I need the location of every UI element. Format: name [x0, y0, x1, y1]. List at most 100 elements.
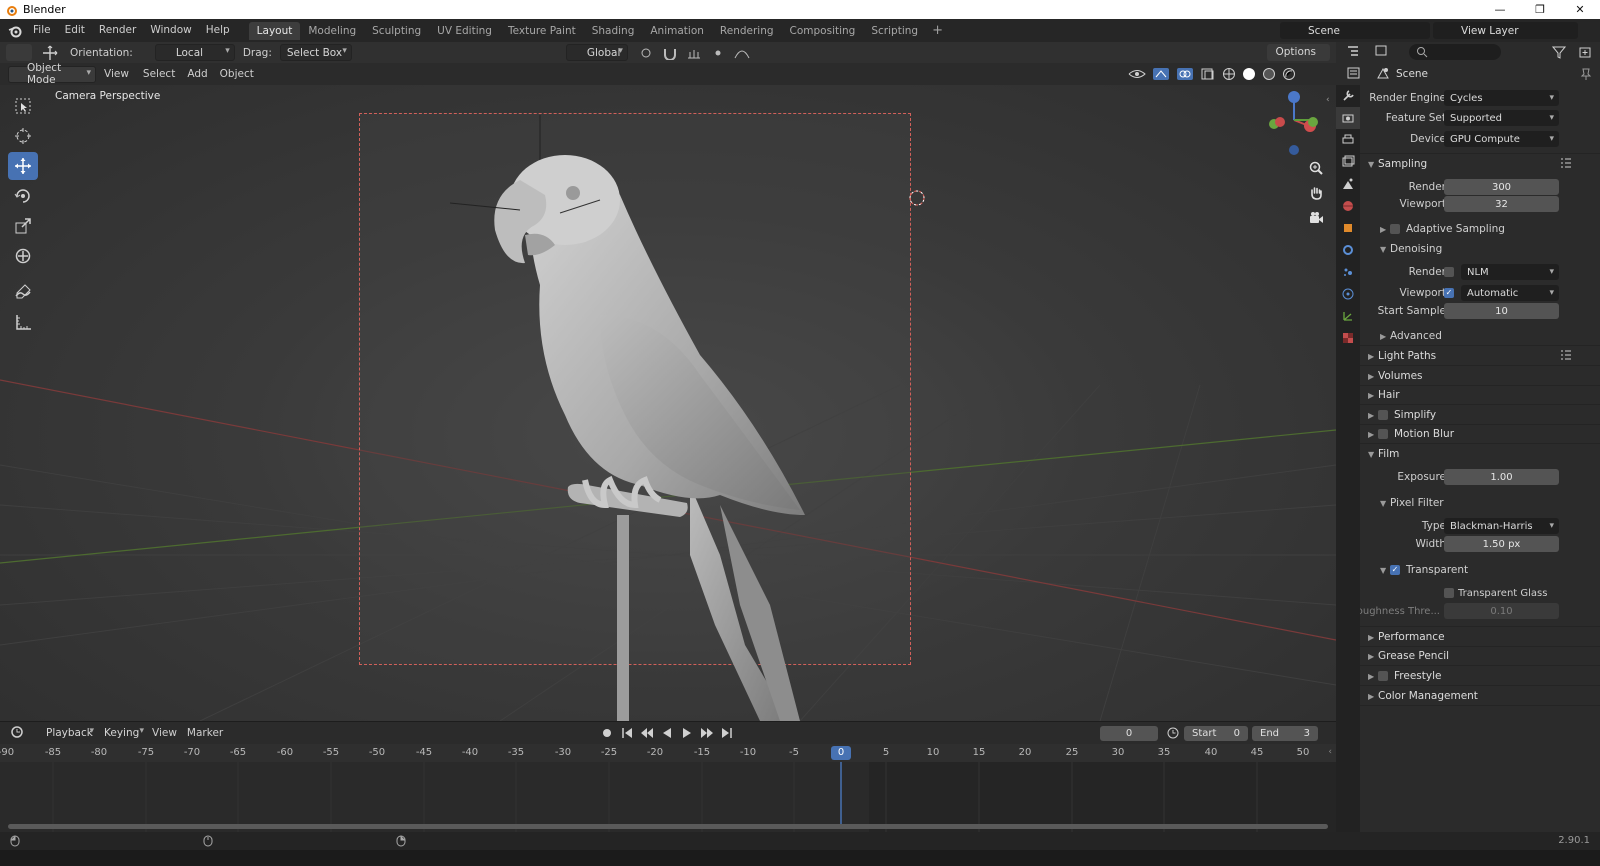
solid-shading-icon[interactable] — [1242, 67, 1256, 81]
menu-select[interactable]: Select — [143, 68, 175, 80]
timeline-sidebar-toggle-icon[interactable]: ‹ — [1328, 747, 1332, 757]
parrot-model[interactable] — [0, 85, 1336, 721]
color-management-panel-header[interactable]: ▶ Color Management — [1360, 686, 1600, 706]
falloff-icon[interactable] — [734, 46, 750, 60]
xray-icon[interactable] — [1200, 67, 1216, 81]
timeline-editor-icon[interactable] — [10, 725, 32, 742]
adaptive-sampling-checkbox[interactable] — [1390, 224, 1400, 234]
denoise-viewport-checkbox[interactable] — [1444, 288, 1454, 298]
outliner-search-input[interactable] — [1409, 44, 1501, 60]
tab-particle-properties[interactable] — [1336, 261, 1360, 283]
transparent-subpanel[interactable]: ▼Transparent — [1360, 560, 1600, 580]
end-frame-field[interactable]: End 3 — [1252, 726, 1318, 741]
tab-compositing[interactable]: Compositing — [782, 22, 864, 40]
transform-tool[interactable] — [8, 242, 38, 270]
drag-dropdown[interactable]: Select Box — [279, 44, 352, 61]
view-layer-selector[interactable]: View Layer — [1433, 22, 1578, 39]
timeline-ruler[interactable]: -90 -85 -80 -75 -70 -65 -60 -55 -50 -45 … — [0, 744, 1336, 762]
jump-start-icon[interactable] — [620, 726, 634, 740]
navigation-gizmo[interactable] — [1264, 88, 1324, 158]
light-paths-panel-header[interactable]: ▶ Light Paths — [1360, 346, 1600, 366]
denoise-render-dropdown[interactable]: NLM — [1461, 264, 1559, 280]
menu-help[interactable]: Help — [199, 19, 237, 42]
device-dropdown[interactable]: GPU Compute — [1444, 131, 1559, 147]
timeline-view-menu[interactable]: View — [152, 727, 177, 739]
hair-panel-header[interactable]: ▶ Hair — [1360, 385, 1600, 405]
current-frame-field[interactable]: 0 — [1100, 726, 1158, 741]
denoise-render-checkbox[interactable] — [1444, 267, 1454, 277]
menu-window[interactable]: Window — [143, 19, 198, 42]
freestyle-panel-header[interactable]: ▶ Freestyle — [1360, 666, 1600, 686]
tab-shading[interactable]: Shading — [584, 22, 643, 40]
scale-tool[interactable] — [8, 212, 38, 240]
render-samples-field[interactable]: 300 — [1444, 179, 1559, 195]
viewport-samples-field[interactable]: 32 — [1444, 196, 1559, 212]
tab-animation[interactable]: Animation — [642, 22, 712, 40]
playhead-frame[interactable]: 0 — [831, 746, 851, 760]
advanced-subpanel[interactable]: ▶ Advanced — [1360, 326, 1600, 346]
sampling-panel-header[interactable]: ▼ Sampling — [1360, 154, 1600, 174]
scene-selector[interactable]: Scene — [1280, 22, 1430, 39]
jump-keyframe-forward-icon[interactable] — [700, 726, 714, 740]
wireframe-shading-icon[interactable] — [1222, 67, 1236, 81]
freestyle-checkbox[interactable] — [1378, 671, 1388, 681]
transparent-checkbox[interactable] — [1390, 565, 1400, 575]
material-shading-icon[interactable] — [1262, 67, 1276, 81]
pixel-filter-subpanel[interactable]: ▼ Pixel Filter — [1360, 493, 1600, 513]
jump-end-icon[interactable] — [720, 726, 734, 740]
3d-viewport[interactable]: Camera Perspective ‹ — [0, 85, 1336, 721]
menu-add[interactable]: Add — [187, 68, 207, 80]
transform-orientation-dropdown[interactable]: Global — [565, 44, 628, 61]
tab-modeling[interactable]: Modeling — [300, 22, 364, 40]
sidebar-toggle-icon[interactable]: ‹ — [1326, 95, 1330, 105]
cursor-tool[interactable] — [8, 122, 38, 150]
tab-layout[interactable]: Layout — [248, 21, 301, 40]
tab-texture-paint[interactable]: Texture Paint — [500, 22, 584, 40]
tab-world-properties[interactable] — [1336, 195, 1360, 217]
properties-editor-icon[interactable] — [1346, 66, 1366, 83]
volumes-panel-header[interactable]: ▶ Volumes — [1360, 366, 1600, 386]
grease-pencil-panel-header[interactable]: ▶ Grease Pencil — [1360, 646, 1600, 666]
display-mode-icon[interactable] — [1374, 44, 1394, 61]
zoom-icon[interactable] — [1308, 160, 1324, 179]
menu-view[interactable]: View — [104, 68, 129, 80]
tab-output-properties[interactable] — [1336, 129, 1360, 151]
pivot-icon[interactable] — [638, 46, 654, 60]
options-dropdown[interactable]: Options — [1267, 44, 1330, 61]
select-box-tool[interactable] — [8, 92, 38, 120]
filter-width-field[interactable]: 1.50 px — [1444, 536, 1559, 552]
rotate-tool[interactable] — [8, 182, 38, 210]
snap-magnet-icon[interactable] — [662, 46, 678, 60]
simplify-checkbox[interactable] — [1378, 410, 1388, 420]
light-paths-presets-icon[interactable] — [1560, 349, 1572, 364]
mode-dropdown[interactable]: Object Mode — [8, 62, 96, 86]
new-collection-icon[interactable] — [1578, 45, 1592, 62]
pin-icon[interactable] — [1580, 67, 1592, 84]
jump-keyframe-back-icon[interactable] — [640, 726, 654, 740]
clock-icon[interactable] — [1166, 726, 1180, 743]
record-icon[interactable] — [600, 726, 614, 740]
tab-object-properties[interactable] — [1336, 217, 1360, 239]
move-tool-icon[interactable] — [42, 45, 62, 61]
snap-increment-icon[interactable] — [686, 46, 702, 60]
tab-tool-properties[interactable] — [1336, 85, 1360, 107]
camera-view-icon[interactable] — [1308, 210, 1324, 229]
add-workspace-button[interactable]: + — [926, 23, 949, 38]
tab-uv-editing[interactable]: UV Editing — [429, 22, 500, 40]
menu-object[interactable]: Object — [220, 68, 254, 80]
feature-set-dropdown[interactable]: Supported — [1444, 110, 1559, 126]
tab-render-properties[interactable] — [1336, 107, 1360, 129]
motion-blur-checkbox[interactable] — [1378, 429, 1388, 439]
exposure-field[interactable]: 1.00 — [1444, 469, 1559, 485]
orientation-dropdown[interactable]: Local — [154, 44, 235, 61]
start-frame-field[interactable]: Start 0 — [1184, 726, 1248, 741]
tab-rendering[interactable]: Rendering — [712, 22, 782, 40]
visibility-icon[interactable] — [1128, 67, 1146, 81]
tab-physics-properties[interactable] — [1336, 283, 1360, 305]
pan-hand-icon[interactable] — [1308, 185, 1324, 204]
simplify-panel-header[interactable]: ▶ Simplify — [1360, 405, 1600, 425]
rendered-shading-icon[interactable] — [1282, 67, 1296, 81]
filter-type-dropdown[interactable]: Blackman-Harris — [1444, 518, 1559, 534]
denoising-subpanel[interactable]: ▼ Denoising — [1360, 239, 1600, 259]
editor-type-icon[interactable] — [6, 44, 32, 61]
